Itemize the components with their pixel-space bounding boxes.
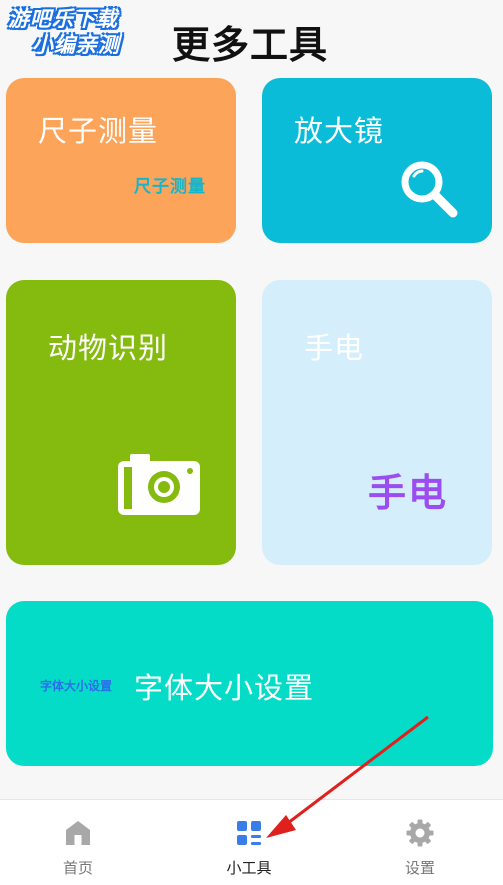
font-size-badge-text: 字体大小设置 (40, 679, 113, 693)
tool-card-flashlight-title: 手电 (304, 331, 365, 365)
page-title: 更多工具 (172, 23, 329, 67)
tab-home[interactable]: 首页 (8, 800, 148, 885)
tool-card-font-size[interactable]: 字体大小设置 字体大小设置 (6, 601, 493, 766)
tool-card-ruler-title: 尺子测量 (38, 114, 159, 148)
watermark-line-1: 游吧乐下载 (8, 7, 118, 31)
flashlight-badge-text: 手电 (368, 471, 449, 515)
tool-card-magnifier-title: 放大镜 (294, 114, 385, 148)
magnifier-icon (401, 161, 458, 218)
grid-icon (237, 821, 261, 845)
tool-card-font-size-title: 字体大小设置 (134, 671, 315, 705)
tab-home-label: 首页 (62, 859, 93, 877)
tool-card-ruler[interactable]: 尺子测量 尺子测量 (6, 78, 236, 243)
ruler-badge-text: 尺子测量 (134, 177, 206, 197)
tab-tools-label: 小工具 (226, 859, 272, 877)
tab-tools[interactable]: 小工具 (179, 800, 319, 885)
tool-card-animal-recognition[interactable]: 动物识别 (6, 280, 236, 565)
watermark-line-2: 小编亲测 (32, 33, 120, 57)
tool-card-animal-title: 动物识别 (48, 331, 169, 365)
gear-icon (406, 819, 434, 847)
tool-card-magnifier[interactable]: 放大镜 (262, 78, 492, 243)
tool-card-flashlight[interactable]: 手电 手电 (262, 280, 492, 565)
tab-settings-label: 设置 (404, 859, 435, 877)
camera-icon (118, 454, 200, 515)
tab-settings[interactable]: 设置 (350, 800, 490, 885)
home-icon (66, 821, 90, 845)
watermark-logo: 游吧乐下载 小编亲测 (8, 6, 158, 66)
bottom-tab-bar: 首页 小工具 设置 (0, 799, 503, 885)
